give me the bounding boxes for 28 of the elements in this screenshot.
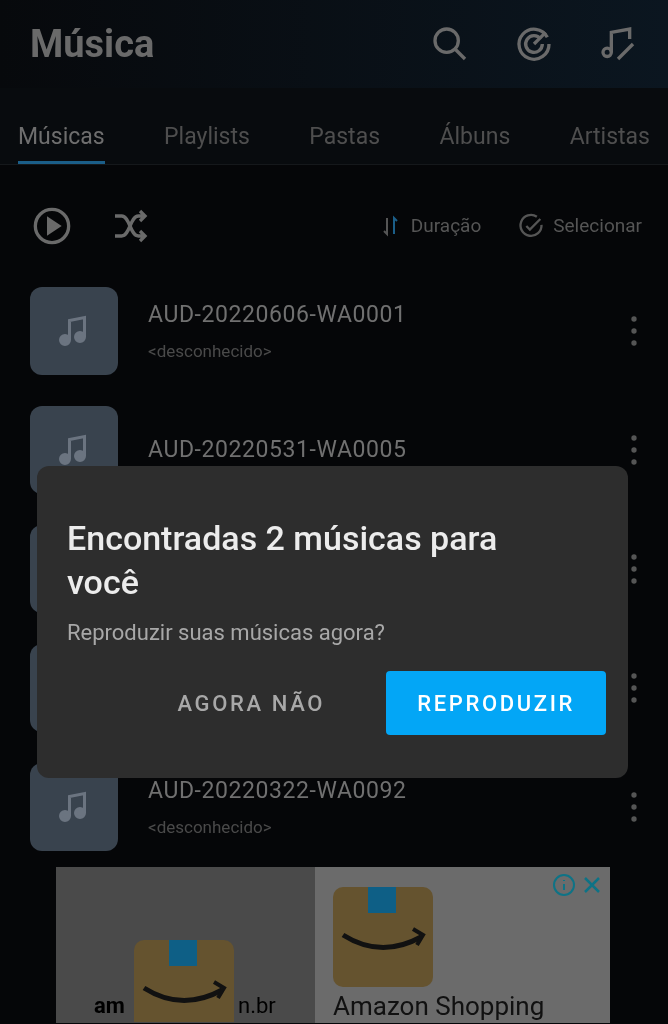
dialog-message: Reproduzir suas músicas agora? xyxy=(67,619,386,647)
more-icon[interactable] xyxy=(630,434,638,466)
song-title: AUD-20220322-WA0092 xyxy=(148,776,408,806)
ad-text: am xyxy=(94,995,125,1017)
more-icon[interactable] xyxy=(630,672,638,704)
check-circle-icon xyxy=(517,212,546,240)
play-icon[interactable] xyxy=(32,206,72,246)
tab[interactable]: Artistas xyxy=(569,88,650,164)
dismiss-button[interactable]: AGORA NÃO xyxy=(146,671,357,735)
more-icon[interactable] xyxy=(630,553,638,585)
ad-title: Amazon Shopping xyxy=(333,993,546,1019)
ad-text: n.br xyxy=(238,995,276,1017)
shopping-box-icon xyxy=(333,887,433,987)
select-button[interactable]: Selecionar xyxy=(517,211,642,241)
more-icon[interactable] xyxy=(630,791,638,823)
tab[interactable]: Pastas xyxy=(309,88,381,164)
song-title: AUD-20220531-WA0005 xyxy=(148,434,408,465)
page-title: Música xyxy=(30,20,155,68)
tab[interactable]: Playlists xyxy=(164,88,250,164)
play-button[interactable]: REPRODUZIR xyxy=(386,671,606,735)
song-artist: <desconhecido> xyxy=(148,815,273,839)
tab[interactable]: Álbuns xyxy=(439,88,511,164)
sort-button[interactable]: Duração xyxy=(378,211,482,241)
dialog-title: Encontradas 2 músicas para você xyxy=(67,517,499,604)
song-title: AUD-20220606-WA0001 xyxy=(148,300,408,330)
song-artist: <desconhecido> xyxy=(148,339,273,363)
tab[interactable]: Músicas xyxy=(18,88,105,164)
more-icon[interactable] xyxy=(630,315,638,347)
